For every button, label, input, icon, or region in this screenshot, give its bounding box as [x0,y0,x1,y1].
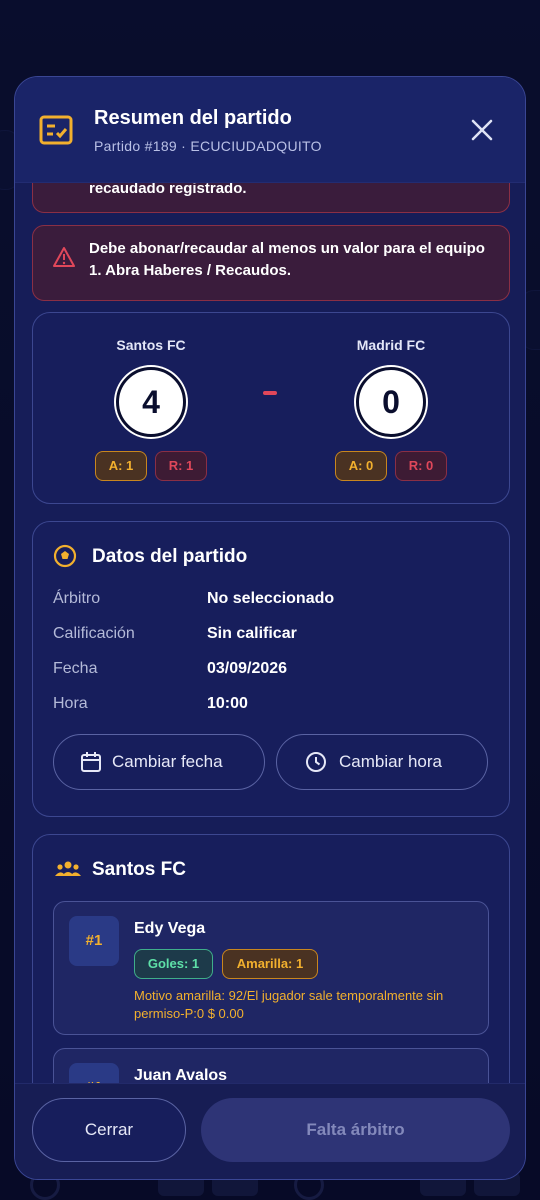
modal-subtitle: Partido #189 · ECUCIUDADQUITO [94,138,322,154]
team-a-score: 4 [116,367,186,437]
info-label: Fecha [53,660,98,677]
modal-footer: Cerrar Falta árbitro [15,1083,525,1179]
player-name: Juan Avalos [134,1067,228,1083]
team-a-red-cards: R: 1 [155,451,207,481]
match-summary-modal: Resumen del partido Partido #189 · ECUCI… [14,76,526,1180]
team-b-score: 0 [356,367,426,437]
modal-title: Resumen del partido [94,107,292,129]
calendar-icon [81,752,101,772]
close-button[interactable]: Cerrar [32,1098,186,1162]
team-a-yellow-cards: A: 1 [95,451,147,481]
team-b-name: Madrid FC [356,337,426,353]
goals-tag: Goles: 1 [134,949,213,979]
player-card[interactable]: #1 Juan Avalos [53,1048,489,1083]
team-group-icon [55,861,81,876]
player-number: #1 [69,1063,119,1083]
clock-icon [306,752,326,772]
change-time-label: Cambiar hora [339,752,442,771]
player-number: #1 [69,916,119,966]
team-b-red-cards: R: 0 [395,451,447,481]
score-separator [263,391,277,395]
team-a-name: Santos FC [116,337,186,353]
alert-text: Debe abonar/recaudar al menos un valor p… [89,240,485,279]
change-date-button[interactable]: Cambiar fecha [53,734,265,790]
player-card[interactable]: #1 Edy Vega Goles: 1 Amarilla: 1 Motivo … [53,901,489,1035]
yellow-card-tag: Amarilla: 1 [222,949,318,979]
team-b-yellow-cards: A: 0 [335,451,387,481]
player-name: Edy Vega [134,920,206,937]
alert-banner: Debe abonar/recaudar al menos un valor p… [32,225,510,301]
soccer-ball-icon [53,544,77,568]
info-value: No seleccionado [207,590,335,607]
info-label: Árbitro [53,590,101,607]
change-date-label: Cambiar fecha [112,752,223,771]
missing-referee-button[interactable]: Falta árbitro [201,1098,510,1162]
info-value: 03/09/2026 [207,660,288,677]
yellow-card-reason: Motivo amarilla: 92/El jugador sale temp… [134,988,444,1021]
info-label: Hora [53,695,88,712]
warning-icon [53,247,75,267]
change-time-button[interactable]: Cambiar hora [276,734,488,790]
modal-header: Resumen del partido Partido #189 · ECUCI… [15,77,525,183]
match-info-card: Datos del partido Árbitro No seleccionad… [32,521,510,817]
info-label: Calificación [53,625,135,642]
modal-scroll-content[interactable]: recaudado registrado. Debe abonar/recaud… [15,77,525,1083]
info-value: 10:00 [207,695,248,712]
checklist-icon [39,115,73,145]
close-icon[interactable] [467,115,497,145]
info-value: Sin calificar [207,625,297,642]
team-section-title: Santos FC [92,859,186,880]
scoreboard-card: Santos FC Madrid FC 4 0 A: 1 R: 1 A: 0 R… [32,312,510,504]
team-players-card: Santos FC #1 Edy Vega Goles: 1 Amarilla:… [32,834,510,1083]
match-info-title: Datos del partido [92,546,248,567]
